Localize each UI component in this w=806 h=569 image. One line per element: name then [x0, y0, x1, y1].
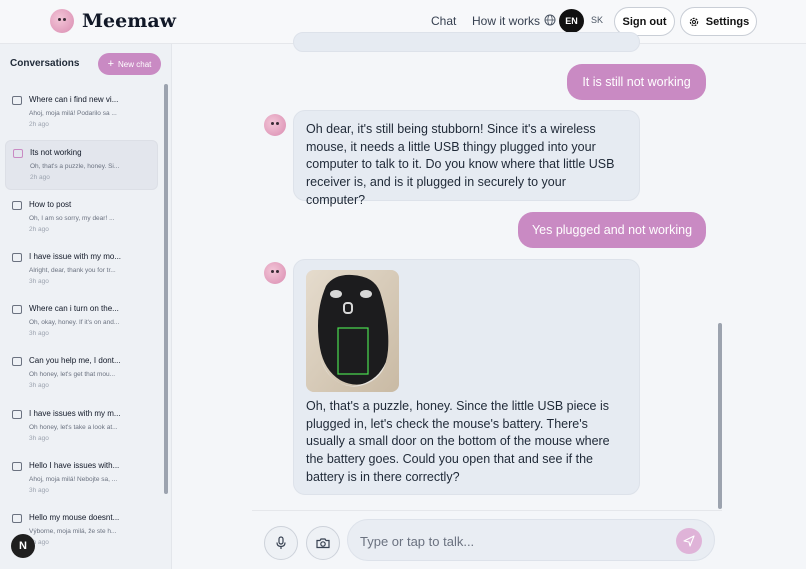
assistant-message-text: Oh, that's a puzzle, honey. Since the li…	[306, 399, 610, 484]
language-sk-button[interactable]: SK	[591, 15, 603, 25]
chat-bubble-icon	[12, 96, 22, 105]
send-icon	[683, 535, 695, 547]
conversation-title: Where can i turn on the...	[29, 304, 119, 314]
composer-divider	[252, 510, 722, 511]
conversation-time: 3h ago	[29, 382, 49, 390]
conversation-item[interactable]: Can you help me, I dont... Oh honey, let…	[5, 349, 158, 401]
app-logo[interactable]	[50, 9, 74, 33]
conversation-time: 2h ago	[29, 225, 49, 233]
conversation-title: Hello my mouse doesnt...	[29, 513, 120, 523]
user-message-bubble: It is still not working	[567, 64, 706, 100]
conversation-preview: Oh, okay, honey. If it's on and...	[29, 319, 120, 327]
chat-bubble-icon	[12, 514, 22, 524]
chat-bubble-icon	[13, 149, 23, 159]
assistant-avatar	[264, 114, 286, 136]
new-chat-button[interactable]: + New chat	[98, 53, 161, 75]
conversation-title: Can you help me, I dont...	[29, 356, 121, 366]
conversation-item[interactable]: How to post Oh, I am so sorry, my dear! …	[5, 193, 158, 245]
send-button[interactable]	[676, 528, 702, 554]
conversation-item[interactable]: Where can i turn on the... Oh, okay, hon…	[5, 297, 158, 349]
user-message-bubble: Yes plugged and not working	[518, 212, 706, 248]
chat-bubble-icon	[12, 200, 22, 210]
conversation-time: 3h ago	[29, 330, 49, 338]
chat-bubble-icon	[12, 462, 22, 472]
message-composer	[347, 519, 715, 561]
conversations-sidebar: Conversations + New chat Where can i fin…	[0, 44, 172, 569]
sidebar-scrollbar[interactable]	[164, 84, 168, 494]
camera-button[interactable]	[306, 526, 340, 560]
conversation-preview: Oh, that's a puzzle, honey. Si...	[30, 163, 120, 171]
chat-bubble-icon	[12, 305, 22, 315]
settings-label: Settings	[705, 15, 750, 28]
conversation-item[interactable]: Where can i find new vi... Ahoj, moja mi…	[5, 88, 158, 140]
conversation-time: 3h ago	[29, 277, 49, 285]
conversation-preview: Ahoj, moja milá! Nebojte sa, ...	[29, 476, 118, 484]
conversation-item-active[interactable]: Its not working Oh, that's a puzzle, hon…	[5, 140, 158, 191]
conversation-title: Hello I have issues with...	[29, 461, 120, 471]
conversation-preview: Oh honey, let's take a look at...	[29, 423, 118, 431]
conversation-title: I have issues with my m...	[29, 408, 121, 418]
chat-bubble-icon	[12, 252, 22, 262]
conversation-title: I have issue with my mo...	[29, 251, 122, 261]
conversation-preview: Oh, I am so sorry, my dear! ...	[29, 214, 115, 222]
conversation-title: Its not working	[30, 148, 82, 158]
language-en-button[interactable]: EN	[559, 9, 584, 33]
app-name[interactable]: Meemaw	[82, 10, 176, 32]
nav-chat[interactable]: Chat	[431, 14, 456, 28]
globe-icon	[544, 14, 556, 26]
conversation-title: How to post	[29, 199, 72, 209]
nav-how-it-works[interactable]: How it works	[472, 14, 540, 28]
sign-out-label: Sign out	[622, 15, 667, 28]
settings-button[interactable]: Settings	[680, 7, 757, 36]
conversation-preview: Alright, dear, thank you for tr...	[29, 266, 116, 274]
mouse-photo[interactable]	[306, 270, 399, 392]
assistant-avatar	[264, 262, 286, 284]
conversation-preview: Výborne, moja milá, že ste h...	[29, 528, 117, 536]
assistant-message-bubble-with-image: Oh, that's a puzzle, honey. Since the li…	[293, 259, 640, 495]
conversation-time: 3h ago	[29, 487, 49, 495]
previous-message-bubble	[293, 32, 640, 52]
sidebar-title: Conversations	[10, 58, 80, 69]
chat-area: It is still not working Oh dear, it's st…	[172, 32, 806, 569]
camera-icon	[316, 538, 330, 549]
conversation-time: 3h ago	[29, 434, 49, 442]
conversation-item[interactable]: I have issue with my mo... Alright, dear…	[5, 245, 158, 297]
chat-bubble-icon	[12, 409, 22, 419]
app-badge[interactable]: N	[11, 534, 35, 558]
chat-bubble-icon	[12, 357, 22, 367]
conversation-title: Where can i find new vi...	[29, 95, 119, 104]
conversation-time: 2h ago	[30, 174, 50, 182]
new-chat-label: New chat	[118, 59, 152, 69]
conversation-preview: Ahoj, moja milá! Podarilo sa ...	[29, 110, 117, 117]
message-input[interactable]	[360, 530, 660, 552]
conversation-time: 2h ago	[29, 121, 49, 128]
microphone-icon	[276, 536, 286, 549]
conversation-list: Where can i find new vi... Ahoj, moja mi…	[5, 88, 158, 559]
assistant-message-bubble: Oh dear, it's still being stubborn! Sinc…	[293, 110, 640, 207]
conversation-preview: Oh honey, let's get that mou...	[29, 371, 116, 379]
conversation-item[interactable]: Hello I have issues with... Ahoj, moja m…	[5, 454, 158, 506]
chat-scrollbar[interactable]	[718, 323, 722, 509]
conversation-item[interactable]: I have issues with my m... Oh honey, let…	[5, 402, 158, 454]
microphone-button[interactable]	[264, 526, 298, 560]
plus-icon: +	[107, 58, 115, 70]
gear-icon	[689, 17, 698, 26]
